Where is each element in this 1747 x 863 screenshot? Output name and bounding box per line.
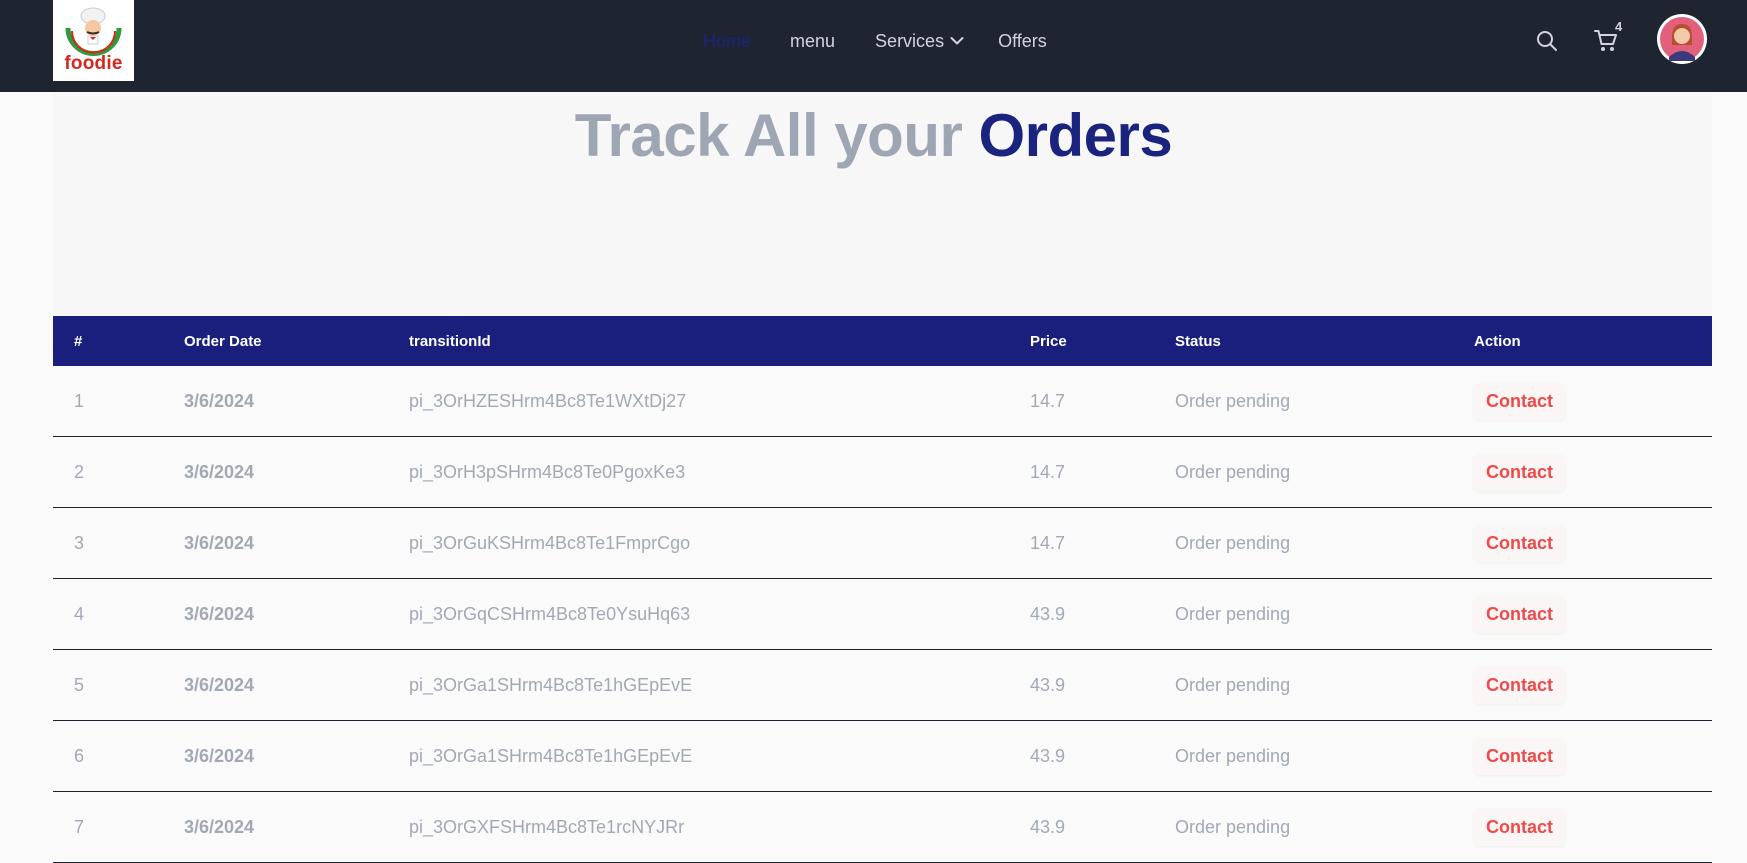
- order-status: Order pending: [1175, 791, 1474, 863]
- order-date: 3/6/2024: [184, 578, 409, 650]
- table-row: 6 3/6/2024 pi_3OrGa1SHrm4Bc8Te1hGEpEvE 4…: [53, 720, 1712, 792]
- contact-button[interactable]: Contact: [1474, 524, 1565, 562]
- order-price: 43.9: [1030, 791, 1175, 863]
- action-cell: Contact: [1474, 791, 1712, 863]
- logo-text: foodie: [64, 53, 123, 74]
- order-date: 3/6/2024: [184, 507, 409, 579]
- row-index: 7: [53, 791, 184, 863]
- action-cell: Contact: [1474, 366, 1712, 437]
- orders-table: # Order Date transitionId Price Status A…: [53, 316, 1712, 863]
- order-price: 14.7: [1030, 436, 1175, 508]
- page-title: Track All your Orders: [0, 100, 1747, 172]
- contact-button[interactable]: Contact: [1474, 382, 1565, 420]
- order-status: Order pending: [1175, 720, 1474, 792]
- user-avatar-icon: [1660, 17, 1704, 61]
- page-title-part1: Track All your: [574, 102, 963, 169]
- transition-id: pi_3OrGqCSHrm4Bc8Te0YsuHq63: [409, 578, 1030, 650]
- order-date: 3/6/2024: [184, 791, 409, 863]
- column-header-order-date: Order Date: [184, 316, 409, 366]
- action-cell: Contact: [1474, 436, 1712, 508]
- nav-home[interactable]: Home: [703, 31, 751, 52]
- table-row: 7 3/6/2024 pi_3OrGXFSHrm4Bc8Te1rcNYJRr 4…: [53, 791, 1712, 863]
- transition-id: pi_3OrH3pSHrm4Bc8Te0PgoxKe3: [409, 436, 1030, 508]
- table-row: 3 3/6/2024 pi_3OrGuKSHrm4Bc8Te1FmprCgo 1…: [53, 507, 1712, 579]
- column-header-index: #: [53, 316, 184, 366]
- nav-services[interactable]: Services: [875, 31, 964, 52]
- order-date: 3/6/2024: [184, 720, 409, 792]
- order-status: Order pending: [1175, 366, 1474, 437]
- order-status: Order pending: [1175, 649, 1474, 721]
- search-button[interactable]: [1535, 29, 1559, 58]
- contact-button[interactable]: Contact: [1474, 453, 1565, 491]
- column-header-status: Status: [1175, 316, 1474, 366]
- order-price: 14.7: [1030, 507, 1175, 579]
- main-nav: Home menu Services Offers: [703, 29, 1047, 53]
- column-header-action: Action: [1474, 316, 1712, 366]
- transition-id: pi_3OrGXFSHrm4Bc8Te1rcNYJRr: [409, 791, 1030, 863]
- table-row: 4 3/6/2024 pi_3OrGqCSHrm4Bc8Te0YsuHq63 4…: [53, 578, 1712, 650]
- order-status: Order pending: [1175, 507, 1474, 579]
- transition-id: pi_3OrGuKSHrm4Bc8Te1FmprCgo: [409, 507, 1030, 579]
- page-title-part2: Orders: [978, 102, 1173, 169]
- table-header-row: # Order Date transitionId Price Status A…: [53, 316, 1712, 366]
- nav-offers[interactable]: Offers: [998, 31, 1047, 52]
- action-cell: Contact: [1474, 507, 1712, 579]
- action-cell: Contact: [1474, 720, 1712, 792]
- transition-id: pi_3OrGa1SHrm4Bc8Te1hGEpEvE: [409, 649, 1030, 721]
- search-icon: [1537, 31, 1557, 51]
- order-date: 3/6/2024: [184, 366, 409, 437]
- order-date: 3/6/2024: [184, 649, 409, 721]
- order-price: 14.7: [1030, 366, 1175, 437]
- cart-count-badge: 4: [1615, 19, 1623, 34]
- user-avatar[interactable]: [1657, 14, 1707, 64]
- order-date: 3/6/2024: [184, 436, 409, 508]
- column-header-transition-id: transitionId: [409, 316, 1030, 366]
- contact-button[interactable]: Contact: [1474, 808, 1565, 846]
- transition-id: pi_3OrHZESHrm4Bc8Te1WXtDj27: [409, 366, 1030, 437]
- action-cell: Contact: [1474, 578, 1712, 650]
- order-price: 43.9: [1030, 720, 1175, 792]
- row-index: 2: [53, 436, 184, 508]
- brand-logo[interactable]: foodie: [53, 0, 134, 81]
- transition-id: pi_3OrGa1SHrm4Bc8Te1hGEpEvE: [409, 720, 1030, 792]
- action-cell: Contact: [1474, 649, 1712, 721]
- top-navbar: foodie Home menu Services Offers 4: [0, 0, 1747, 92]
- contact-button[interactable]: Contact: [1474, 595, 1565, 633]
- contact-button[interactable]: Contact: [1474, 737, 1565, 775]
- row-index: 3: [53, 507, 184, 579]
- row-index: 5: [53, 649, 184, 721]
- row-index: 4: [53, 578, 184, 650]
- row-index: 6: [53, 720, 184, 792]
- row-index: 1: [53, 366, 184, 437]
- chef-logo-icon: [65, 7, 122, 56]
- table-row: 1 3/6/2024 pi_3OrHZESHrm4Bc8Te1WXtDj27 1…: [53, 366, 1712, 437]
- chevron-down-icon: [950, 37, 964, 45]
- order-price: 43.9: [1030, 578, 1175, 650]
- order-status: Order pending: [1175, 578, 1474, 650]
- table-row: 5 3/6/2024 pi_3OrGa1SHrm4Bc8Te1hGEpEvE 4…: [53, 649, 1712, 721]
- order-status: Order pending: [1175, 436, 1474, 508]
- nav-services-label: Services: [875, 30, 945, 51]
- table-row: 2 3/6/2024 pi_3OrH3pSHrm4Bc8Te0PgoxKe3 1…: [53, 436, 1712, 508]
- order-price: 43.9: [1030, 649, 1175, 721]
- contact-button[interactable]: Contact: [1474, 666, 1565, 704]
- nav-menu[interactable]: menu: [790, 31, 835, 52]
- column-header-price: Price: [1030, 316, 1175, 366]
